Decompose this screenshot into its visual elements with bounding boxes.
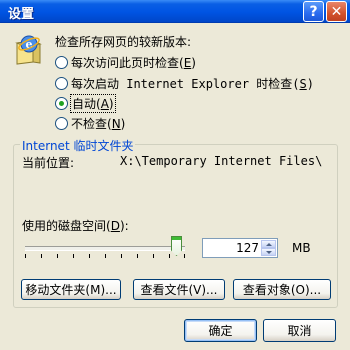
help-icon: ?: [309, 3, 318, 20]
cancel-button[interactable]: 取消: [263, 319, 336, 342]
current-location-label: 当前位置:: [22, 156, 75, 170]
disk-space-unit: MB: [292, 241, 311, 255]
radio-every-start-indicator[interactable]: [55, 77, 68, 90]
radio-every-visit-label: 每次访问此页时检查(E): [71, 56, 196, 70]
disk-space-slider-ticks: [25, 254, 185, 258]
window-title: 设置: [8, 7, 35, 22]
radio-never[interactable]: 不检查(N): [55, 115, 125, 132]
radio-every-start[interactable]: 每次启动 Internet Explorer 时检查(S): [55, 75, 314, 92]
close-button[interactable]: ✕: [326, 1, 347, 22]
move-folder-button[interactable]: 移动文件夹(M)...: [21, 279, 121, 300]
radio-never-label: 不检查(N): [71, 117, 126, 131]
radio-every-visit[interactable]: 每次访问此页时检查(E): [55, 54, 196, 71]
radio-automatic-label: 自动(A): [70, 94, 116, 113]
temp-files-group-title: Internet 临时文件夹: [20, 137, 136, 154]
close-icon: ✕: [330, 3, 343, 20]
view-files-button[interactable]: 查看文件(V)...: [133, 279, 225, 300]
disk-space-spinbox[interactable]: 127: [202, 238, 278, 258]
radio-automatic[interactable]: 自动(A): [55, 94, 116, 113]
disk-space-value[interactable]: 127: [236, 241, 259, 255]
title-bar[interactable]: 设置 ? ✕: [0, 0, 350, 23]
ok-button[interactable]: 确定: [184, 319, 257, 342]
disk-space-slider-track[interactable]: [25, 246, 185, 251]
radio-automatic-indicator[interactable]: [55, 97, 68, 110]
spin-down-button[interactable]: [261, 248, 276, 256]
view-objects-button[interactable]: 查看对象(O)...: [233, 279, 331, 300]
help-button[interactable]: ?: [303, 1, 324, 22]
radio-never-indicator[interactable]: [55, 117, 68, 130]
ie-settings-icon: e: [15, 35, 42, 65]
disk-space-label: 使用的磁盘空间(D):: [22, 219, 129, 233]
radio-every-visit-indicator[interactable]: [55, 56, 68, 69]
check-versions-heading: 检查所存网页的较新版本:: [55, 35, 192, 49]
spin-up-button[interactable]: [261, 240, 276, 248]
radio-every-start-label: 每次启动 Internet Explorer 时检查(S): [71, 77, 314, 91]
current-location-value: X:\Temporary Internet Files\: [120, 154, 323, 168]
